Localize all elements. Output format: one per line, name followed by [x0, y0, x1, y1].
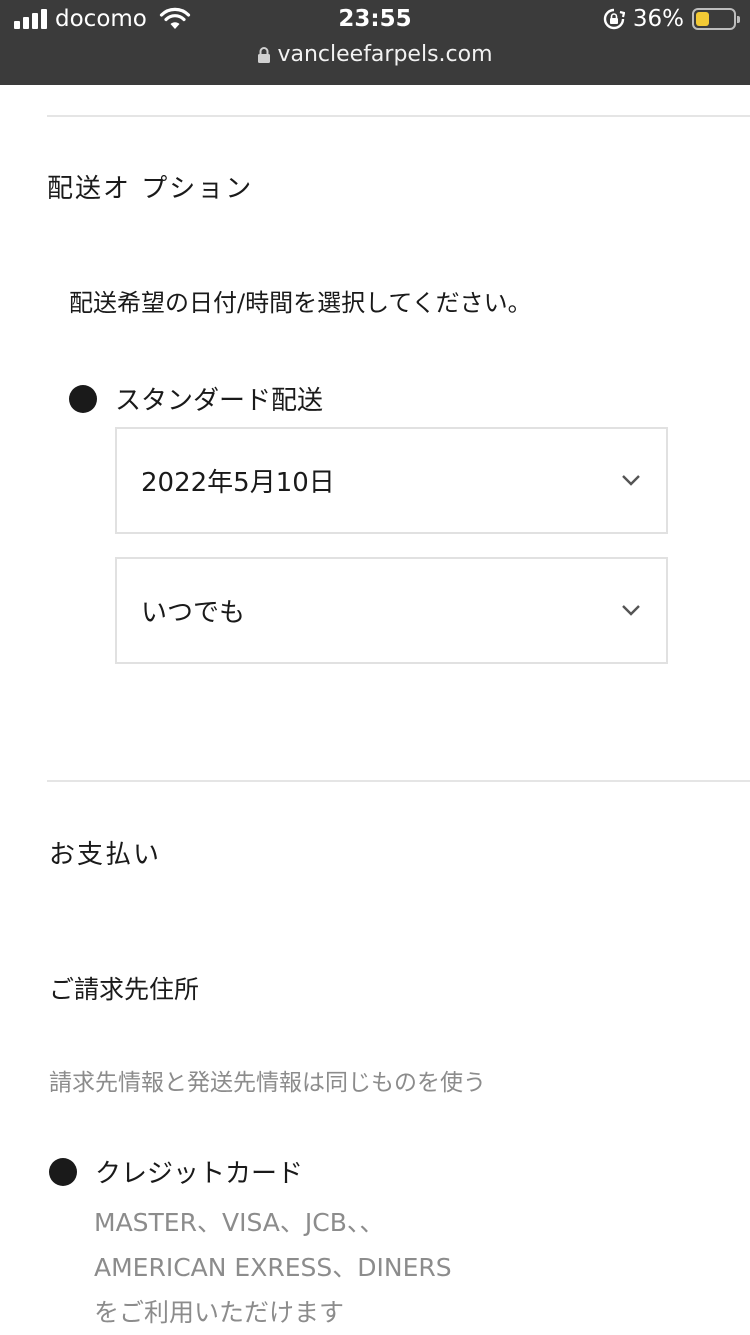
delivery-time-value: いつでも [141, 598, 246, 628]
chevron-down-icon [622, 475, 640, 486]
section-divider [47, 780, 750, 782]
standard-shipping-radio[interactable]: スタンダード配送 [69, 380, 323, 417]
battery-percent: 36% [632, 6, 684, 32]
status-right-group: 36% [603, 6, 740, 32]
payment-title: お支払い [49, 840, 162, 870]
padlock-icon [258, 46, 271, 63]
credit-card-radio[interactable]: クレジットカード [49, 1153, 303, 1190]
billing-address-label: ご請求先住所 [49, 975, 200, 1004]
radio-selected-icon [69, 384, 97, 413]
url-text: vancleefarpels.com [277, 42, 493, 67]
rotation-lock-icon [603, 8, 625, 30]
delivery-time-select[interactable]: いつでも [115, 557, 668, 664]
billing-same-as-shipping[interactable]: 請求先情報と発送先情報は同じものを使う [49, 1063, 486, 1097]
standard-shipping-label: スタンダード配送 [115, 386, 324, 416]
address-bar[interactable]: vancleefarpels.com [0, 42, 750, 67]
section-divider [47, 115, 750, 117]
radio-selected-icon [49, 1157, 77, 1186]
battery-fill [696, 12, 709, 26]
battery-icon [692, 8, 740, 30]
shipping-instruction: 配送希望の日付/時間を選択してください。 [69, 289, 532, 317]
cards-line-1: MASTER、VISA、JCB、、 [94, 1208, 385, 1237]
status-bar: docomo 23:55 36% vancleefarpels.com [0, 0, 750, 85]
delivery-date-select[interactable]: 2022年5月10日 [115, 427, 668, 534]
cards-line-2: AMERICAN EXRESS、DINERS [94, 1253, 452, 1282]
cards-line-3: をご利用いただけます [94, 1298, 345, 1327]
credit-card-description: MASTER、VISA、JCB、、 AMERICAN EXRESS、DINERS… [94, 1200, 452, 1335]
chevron-down-icon [622, 605, 640, 616]
shipping-options-title: 配送オ プション [47, 174, 254, 204]
credit-card-label: クレジットカード [95, 1159, 304, 1189]
delivery-date-value: 2022年5月10日 [141, 468, 335, 498]
